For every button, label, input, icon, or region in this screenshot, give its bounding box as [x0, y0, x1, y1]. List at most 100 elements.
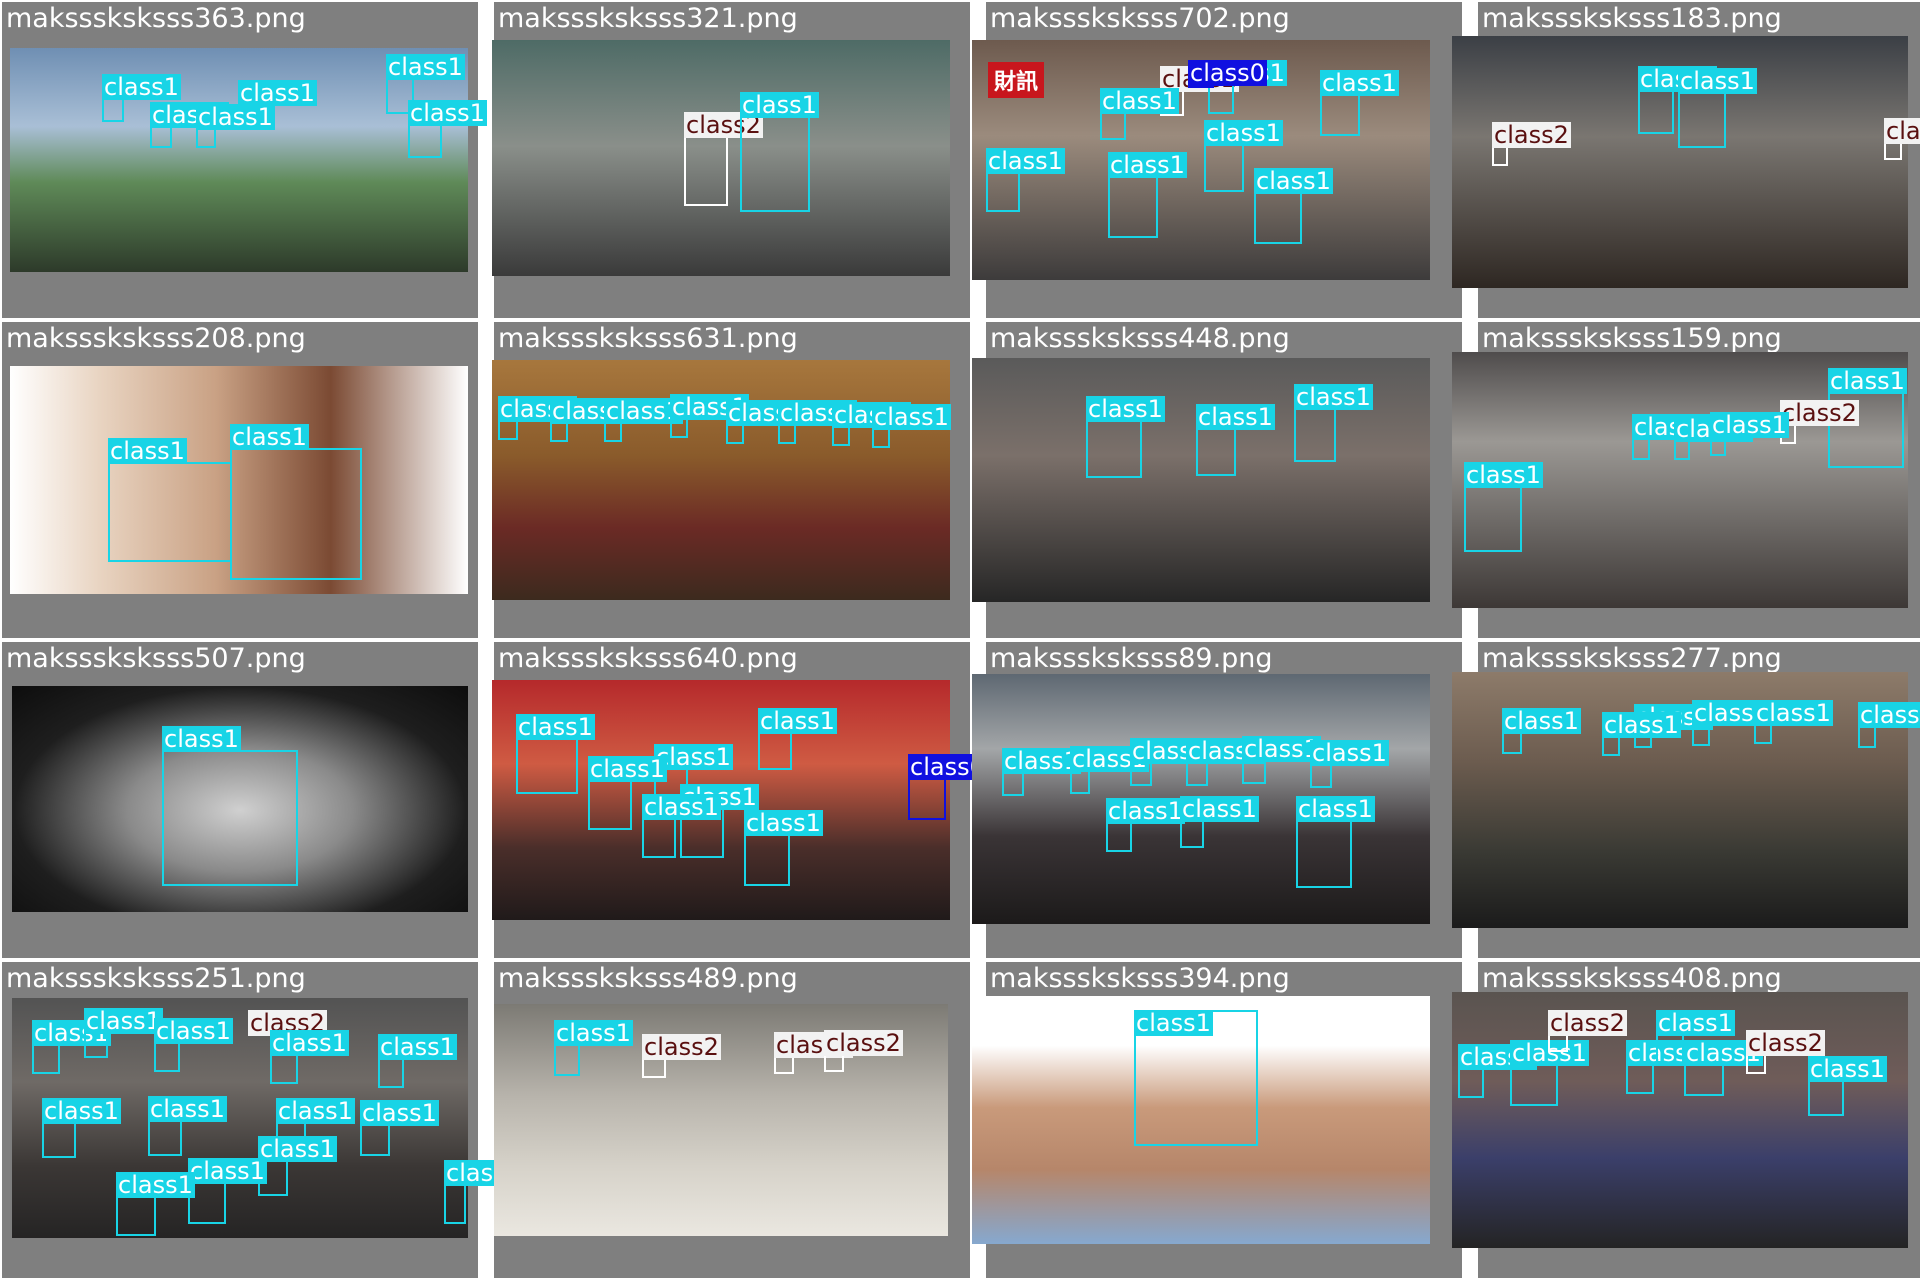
detection-label: class1 — [1858, 702, 1920, 728]
detection-box-class1: class1 — [1502, 708, 1581, 754]
detection-label: class1 — [1196, 403, 1275, 431]
tile-filename: maksssksksss363.png — [6, 3, 306, 34]
detection-box-class1: class1 — [1204, 120, 1283, 192]
detection-label: class1 — [740, 91, 819, 119]
detection-box-class1: class1 — [150, 102, 229, 148]
detection-label: class1 — [148, 1095, 227, 1123]
detection-box-class1: class1 — [1106, 798, 1185, 852]
detection-label: class1 — [1086, 395, 1165, 423]
detection-label: class1 — [1204, 119, 1283, 147]
detection-box-class1: class1 — [758, 708, 837, 770]
detection-box-class2: class2 — [1548, 1010, 1627, 1052]
tile-photo: 財訊class2class1class1class1class1class1cl… — [972, 40, 1430, 280]
detection-label: class1 — [154, 1017, 233, 1045]
detection-label: class1 — [986, 147, 1065, 175]
detection-box-class1: class1 — [1310, 740, 1389, 788]
result-tile: maksssksksss321.png class2 class1 — [492, 2, 970, 318]
detection-box-class1: class1 — [116, 1172, 195, 1236]
tile-photo: class1class1class1class1class1class1 — [10, 48, 487, 272]
detection-box-class1: class1 — [498, 396, 577, 440]
detection-box-class1: class1 — [408, 100, 487, 158]
tile-photo: class1 class2 class2 class2 — [494, 1004, 948, 1236]
detection-box-class2: class2 — [1492, 122, 1571, 166]
detection-box-class1: class1 — [1130, 738, 1209, 786]
tile-filename: maksssksksss159.png — [1482, 323, 1782, 354]
detection-label: class1 — [872, 403, 951, 431]
detection-box-class2: class2 — [684, 112, 763, 206]
detection-box-class1: class1 — [32, 1020, 111, 1074]
result-tile: maksssksksss183.pngclass1class1class2cla… — [1452, 2, 1920, 318]
tile-filename: maksssksksss89.png — [990, 643, 1273, 674]
detection-box-class1: class1 — [1296, 796, 1375, 888]
detection-box-class1: class1 — [1710, 412, 1789, 456]
tile-photo: class1 — [12, 686, 468, 912]
detection-label: class2 — [1884, 118, 1920, 144]
detection-label: class1 — [276, 1097, 355, 1125]
detection-box-class0: class0 — [1188, 60, 1267, 88]
detection-box-class2: class2 — [774, 1032, 853, 1074]
detection-label: class1 — [554, 1019, 633, 1047]
detection-box-class1: class1 — [360, 1100, 439, 1156]
detection-box-class2: class2 — [1884, 118, 1920, 160]
detection-box-class1: class1 — [872, 404, 951, 448]
detection-box-class1: class1 — [196, 104, 275, 148]
detection-label: class1 — [1808, 1055, 1887, 1083]
tile-filename: maksssksksss394.png — [990, 963, 1290, 994]
detection-label: class1 — [1296, 795, 1375, 823]
tile-photo: class1 class1 — [10, 366, 468, 594]
detection-label: class1 — [42, 1097, 121, 1125]
detection-label: class1 — [270, 1029, 349, 1057]
tile-photo: class1 — [972, 996, 1430, 1244]
detection-label: class1 — [1710, 411, 1789, 439]
tile-photo: class1class1 class2 class2 — [1452, 36, 1920, 288]
detection-label: class1 — [1294, 383, 1373, 411]
result-tile: maksssksksss394.png class1 — [972, 962, 1462, 1278]
detection-label: class1 — [1134, 1009, 1213, 1037]
detection-label: class2 — [1780, 399, 1859, 427]
detection-box-class1: class1 — [1632, 414, 1711, 460]
detection-label: class1 — [188, 1157, 267, 1185]
detection-box-class1: class1 — [378, 1034, 457, 1088]
tile-photo: class1 class1 class1 — [972, 358, 1430, 602]
detection-box-class2: class2 — [1746, 1030, 1825, 1074]
detection-label: class1 — [1100, 87, 1179, 115]
detection-box-class0: class0 — [908, 754, 987, 820]
tile-filename: maksssksksss507.png — [6, 643, 306, 674]
result-tile: maksssksksss631.png class1 class1 class1 cla… — [492, 322, 970, 638]
detection-box-class1: class1 — [1510, 1040, 1589, 1106]
detection-label: class1 — [1310, 739, 1389, 767]
detection-box-class1: class1 — [1602, 712, 1681, 756]
detection-box-class1: class1 — [1254, 168, 1333, 244]
detection-box-class1: class1 — [1458, 1044, 1537, 1098]
result-tile: maksssksksss251.png class2 class1 class1 cla… — [2, 962, 523, 1278]
detection-label: class1 — [196, 103, 275, 131]
tile-filename: maksssksksss631.png — [498, 323, 798, 354]
result-tile: maksssksksss507.png class1 — [2, 642, 478, 958]
detection-label: class1 — [1108, 151, 1187, 179]
detection-label: class1 — [1320, 69, 1399, 97]
detection-box-class1: class1 — [1858, 702, 1920, 748]
detection-box-class1: class1 — [726, 400, 805, 444]
detection-label: class1 — [744, 809, 823, 837]
tile-filename: maksssksksss183.png — [1482, 3, 1782, 34]
tile-photo: class2 class1 — [492, 40, 950, 276]
result-tile: maksssksksss408.png class1 class1 class1 cla… — [1452, 962, 1920, 1278]
detection-box-class1: class1 — [740, 92, 819, 212]
tile-photo: class1 class1 class1 class1 class1 class1 clas… — [972, 674, 1430, 924]
tile-filename: maksssksksss640.png — [498, 643, 798, 674]
detection-box-class1: class1 — [1638, 66, 1717, 134]
detection-box-class1: class1 — [1754, 700, 1833, 744]
detection-box-class2: class2 — [824, 1030, 903, 1072]
tile-photo: class1class1class1class1class1class1 — [1452, 672, 1920, 928]
tile-filename: maksssksksss208.png — [6, 323, 306, 354]
detection-box-class1: class1 — [670, 394, 749, 438]
detection-label: class1 — [516, 713, 595, 741]
detection-label: class0 — [1188, 59, 1267, 87]
tile-filename: maksssksksss489.png — [498, 963, 798, 994]
detection-box-class1: class1 — [1808, 1056, 1887, 1116]
detection-label: class1 — [1254, 167, 1333, 195]
tile-filename: maksssksksss321.png — [498, 3, 798, 34]
detection-label: class1 — [758, 707, 837, 735]
detection-label: class1 — [386, 53, 465, 81]
detection-label: class1 — [84, 1007, 163, 1035]
